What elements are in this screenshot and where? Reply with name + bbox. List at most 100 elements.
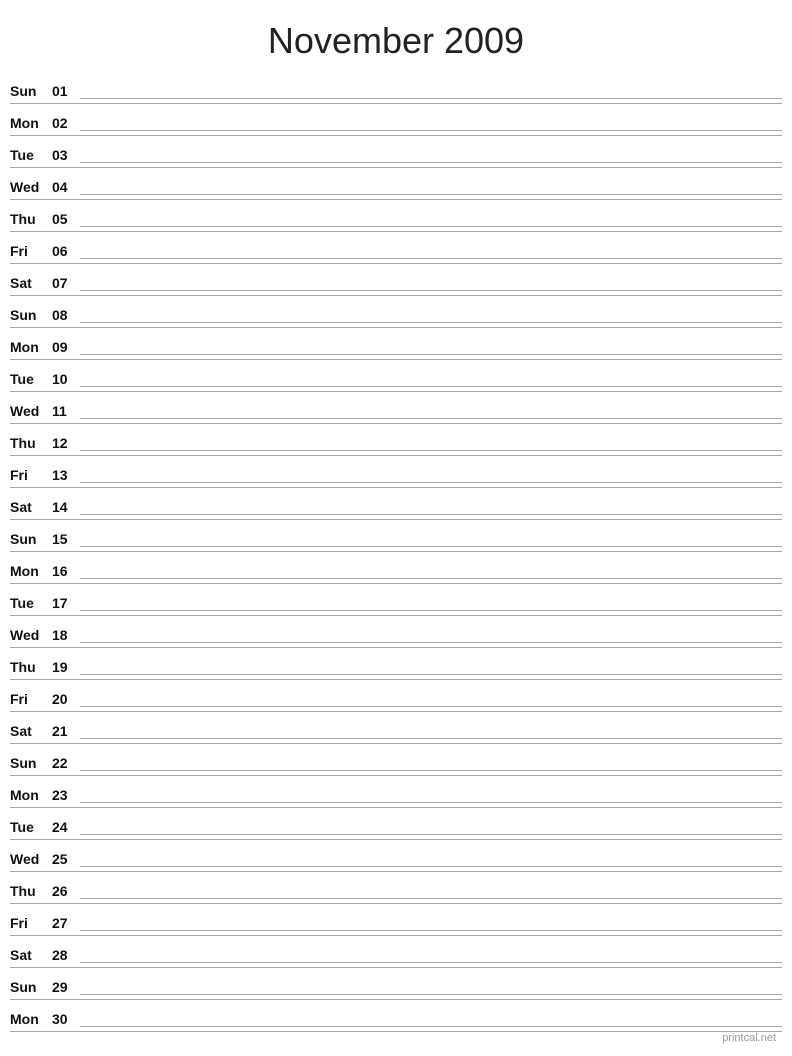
day-name: Wed [10, 851, 52, 869]
day-line [80, 482, 782, 483]
day-row: Sun15 [10, 520, 782, 552]
day-number: 28 [52, 947, 80, 965]
day-line [80, 130, 782, 131]
day-number: 07 [52, 275, 80, 293]
day-name: Mon [10, 1011, 52, 1029]
day-name: Wed [10, 403, 52, 421]
day-row: Sun01 [10, 72, 782, 104]
day-name: Thu [10, 435, 52, 453]
day-name: Sat [10, 499, 52, 517]
day-name: Sun [10, 979, 52, 997]
day-number: 05 [52, 211, 80, 229]
day-row: Sun08 [10, 296, 782, 328]
day-name: Sun [10, 307, 52, 325]
day-number: 30 [52, 1011, 80, 1029]
day-name: Fri [10, 915, 52, 933]
day-number: 27 [52, 915, 80, 933]
day-line [80, 610, 782, 611]
day-line [80, 418, 782, 419]
day-row: Fri27 [10, 904, 782, 936]
day-name: Tue [10, 147, 52, 165]
day-line [80, 98, 782, 99]
day-line [80, 290, 782, 291]
day-number: 13 [52, 467, 80, 485]
day-row: Wed04 [10, 168, 782, 200]
day-name: Tue [10, 595, 52, 613]
day-number: 16 [52, 563, 80, 581]
day-number: 24 [52, 819, 80, 837]
calendar-grid: Sun01Mon02Tue03Wed04Thu05Fri06Sat07Sun08… [0, 72, 792, 1032]
day-number: 03 [52, 147, 80, 165]
day-line [80, 162, 782, 163]
day-line [80, 386, 782, 387]
day-number: 06 [52, 243, 80, 261]
day-row: Thu05 [10, 200, 782, 232]
day-row: Thu19 [10, 648, 782, 680]
day-name: Tue [10, 371, 52, 389]
day-number: 14 [52, 499, 80, 517]
day-line [80, 578, 782, 579]
day-name: Wed [10, 627, 52, 645]
day-number: 01 [52, 83, 80, 101]
day-number: 04 [52, 179, 80, 197]
day-name: Fri [10, 243, 52, 261]
day-name: Tue [10, 819, 52, 837]
day-row: Tue03 [10, 136, 782, 168]
day-name: Thu [10, 211, 52, 229]
day-line [80, 674, 782, 675]
day-number: 18 [52, 627, 80, 645]
day-number: 12 [52, 435, 80, 453]
day-name: Mon [10, 563, 52, 581]
day-line [80, 226, 782, 227]
day-line [80, 898, 782, 899]
day-row: Fri20 [10, 680, 782, 712]
day-number: 26 [52, 883, 80, 901]
day-number: 29 [52, 979, 80, 997]
day-name: Sun [10, 755, 52, 773]
day-number: 02 [52, 115, 80, 133]
day-number: 23 [52, 787, 80, 805]
day-line [80, 258, 782, 259]
day-row: Thu12 [10, 424, 782, 456]
day-row: Sat14 [10, 488, 782, 520]
day-row: Sun29 [10, 968, 782, 1000]
day-line [80, 994, 782, 995]
day-row: Mon09 [10, 328, 782, 360]
day-name: Fri [10, 691, 52, 709]
day-row: Mon16 [10, 552, 782, 584]
day-row: Sun22 [10, 744, 782, 776]
day-row: Fri06 [10, 232, 782, 264]
day-name: Thu [10, 659, 52, 677]
day-number: 17 [52, 595, 80, 613]
day-name: Sat [10, 947, 52, 965]
day-name: Thu [10, 883, 52, 901]
day-number: 20 [52, 691, 80, 709]
day-line [80, 962, 782, 963]
day-row: Tue10 [10, 360, 782, 392]
day-row: Sat28 [10, 936, 782, 968]
day-row: Tue24 [10, 808, 782, 840]
day-number: 09 [52, 339, 80, 357]
day-row: Sat07 [10, 264, 782, 296]
day-name: Sun [10, 83, 52, 101]
day-line [80, 738, 782, 739]
day-row: Wed25 [10, 840, 782, 872]
day-number: 11 [52, 403, 80, 421]
day-line [80, 1026, 782, 1027]
day-name: Mon [10, 787, 52, 805]
day-name: Fri [10, 467, 52, 485]
day-number: 15 [52, 531, 80, 549]
day-line [80, 930, 782, 931]
day-name: Wed [10, 179, 52, 197]
day-row: Mon23 [10, 776, 782, 808]
day-number: 22 [52, 755, 80, 773]
day-row: Mon30 [10, 1000, 782, 1032]
page-title: November 2009 [0, 0, 792, 72]
day-line [80, 770, 782, 771]
day-line [80, 354, 782, 355]
day-row: Thu26 [10, 872, 782, 904]
day-line [80, 642, 782, 643]
day-row: Sat21 [10, 712, 782, 744]
day-name: Mon [10, 115, 52, 133]
day-name: Sat [10, 275, 52, 293]
